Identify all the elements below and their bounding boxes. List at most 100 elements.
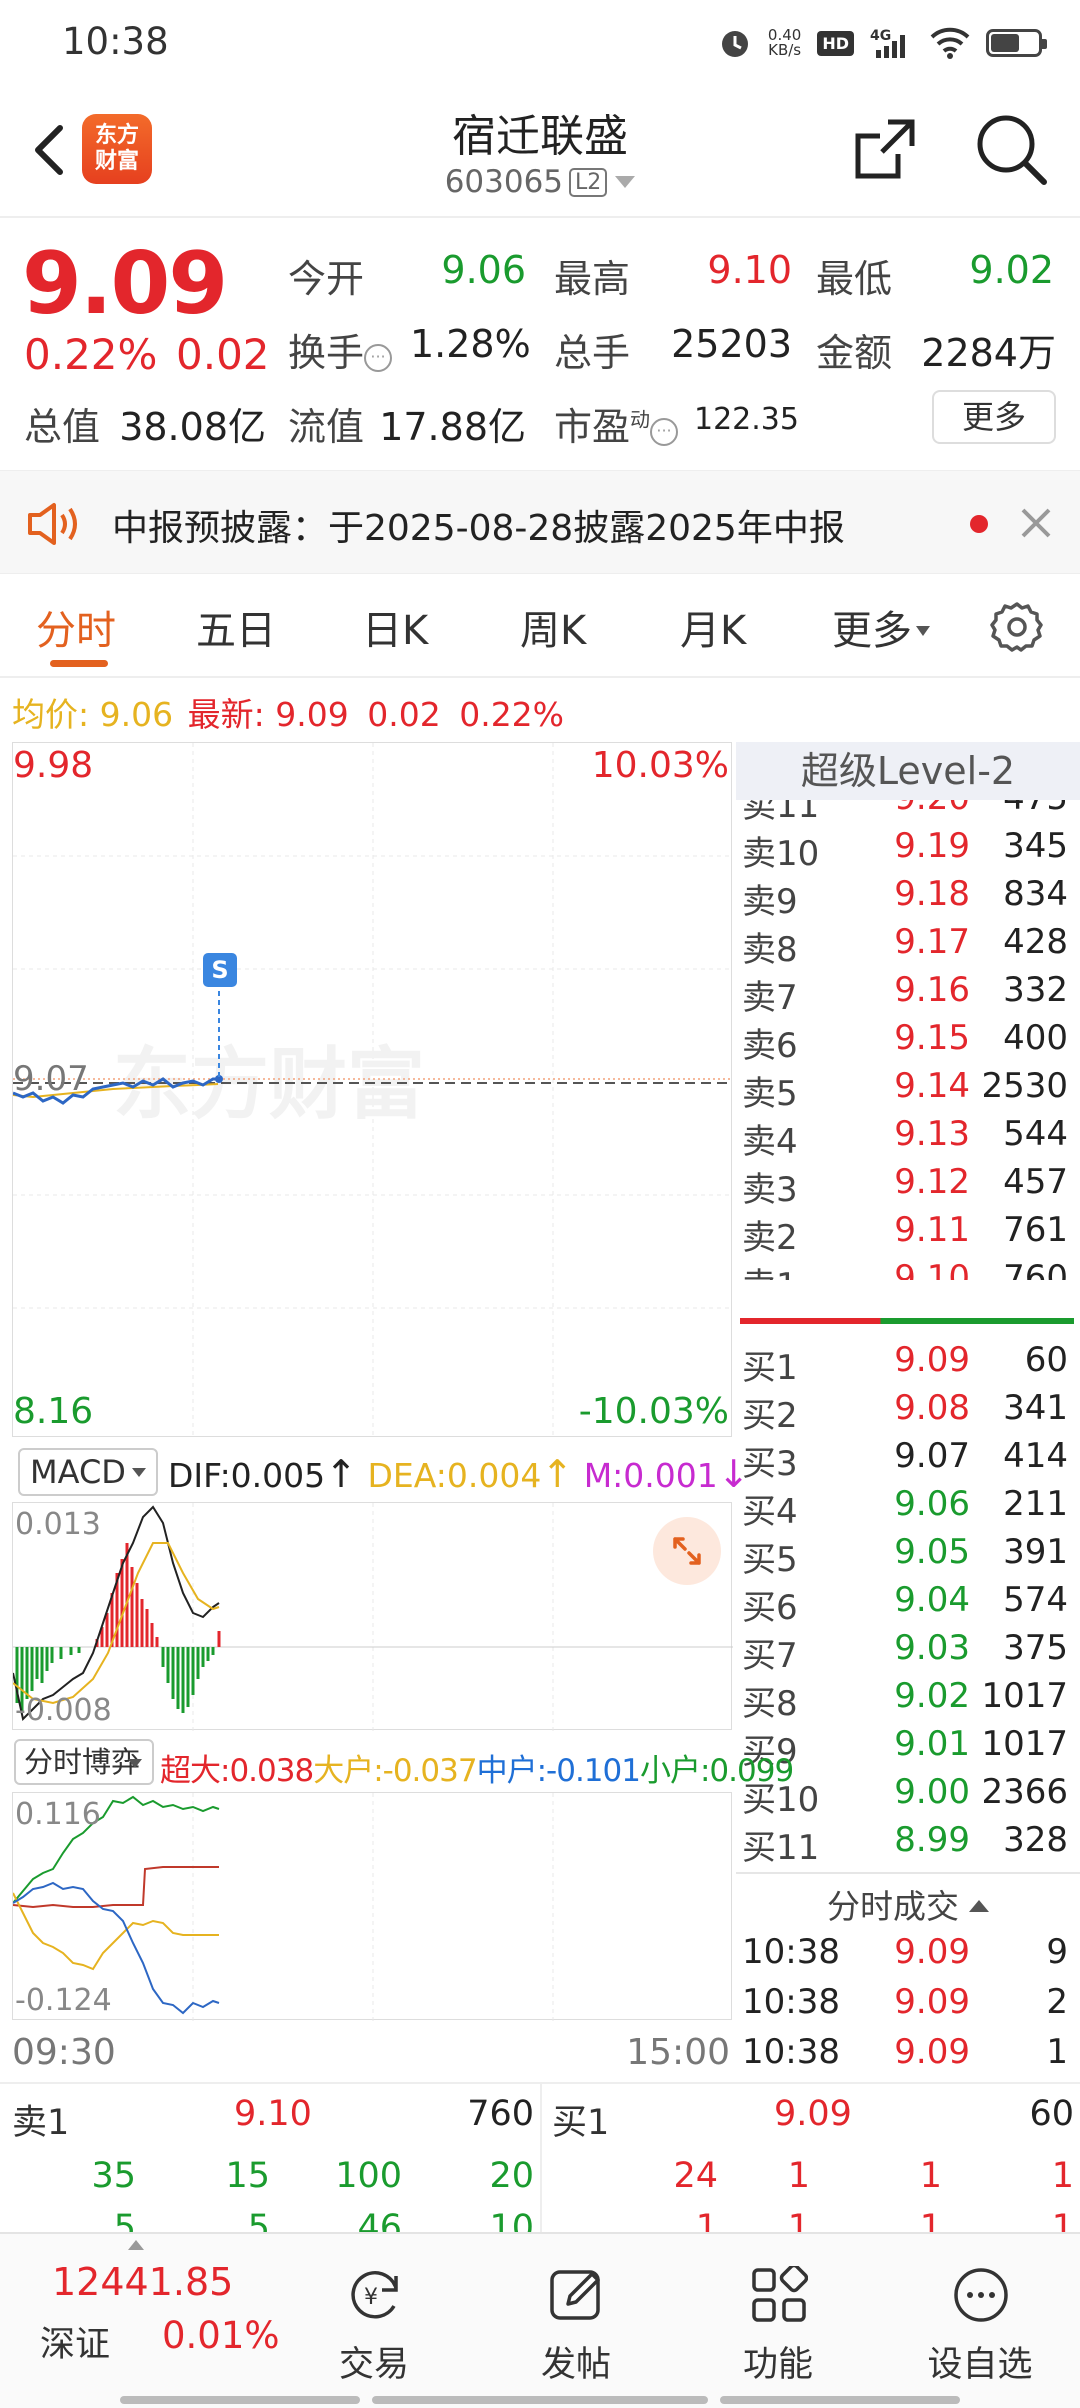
bid1-label: 买1 xyxy=(552,2103,610,2143)
ask-price: 9.15 xyxy=(894,1018,970,1058)
search-icon[interactable] xyxy=(974,112,1048,186)
net-speed: 0.40 KB/s xyxy=(767,26,802,59)
bid-row[interactable]: 买11 8.99 328 xyxy=(736,1820,1074,1868)
amount-value: 2284万 xyxy=(921,331,1056,375)
ask-row[interactable]: 卖8 9.17 428 xyxy=(736,922,1074,970)
grid-icon xyxy=(752,2266,808,2322)
active-tab-indicator xyxy=(50,660,108,667)
ask-level: 卖1 xyxy=(742,1258,798,1280)
tab-more[interactable]: 更多 xyxy=(832,598,930,656)
turnover-label: 换手 ··· xyxy=(288,322,393,377)
ask-row[interactable]: 卖4 9.13 544 xyxy=(736,1114,1074,1162)
intraday-chart[interactable]: 东方财富 S 9.98 10.03% 9.07 8.16 -10.03% xyxy=(12,742,733,1438)
bid-row[interactable]: 买3 9.07 414 xyxy=(736,1436,1074,1484)
ask-level: 卖10 xyxy=(742,834,820,874)
status-icons: 0.40 KB/s HD 4G xyxy=(718,20,1047,66)
chevron-down-icon xyxy=(615,176,636,188)
bid-ask-summary: 卖1 9.10 760 买1 9.09 60 35 15 100 20 24 1… xyxy=(0,2082,1080,2232)
mcap-value: 38.08亿 xyxy=(119,405,266,449)
macd-bottom: -0.008 xyxy=(15,1693,112,1728)
ask-level: 卖7 xyxy=(742,978,798,1018)
stock-code[interactable]: 603065 L2 xyxy=(0,164,1080,200)
y-axis-top-pct: 10.03% xyxy=(591,745,729,786)
tab-five-day[interactable]: 五日 xyxy=(196,598,276,656)
ask-row[interactable]: 卖5 9.14 2530 xyxy=(736,1066,1074,1114)
ask-row[interactable]: 卖1 9.10 760 xyxy=(736,1258,1074,1280)
ask-row[interactable]: 卖11 9.20 475 xyxy=(736,800,1074,826)
signal-icon: 4G xyxy=(870,28,905,58)
stock-name[interactable]: 宿迁联盛 xyxy=(0,100,1080,164)
nav-trade[interactable]: ¥ 交易 xyxy=(274,2236,474,2386)
bid-row[interactable]: 买2 9.08 341 xyxy=(736,1388,1074,1436)
bid-row[interactable]: 买6 9.04 574 xyxy=(736,1580,1074,1628)
time-end: 15:00 xyxy=(626,2032,730,2073)
bid-row[interactable]: 买8 9.02 1017 xyxy=(736,1676,1074,1724)
nav-functions[interactable]: 功能 xyxy=(678,2236,878,2386)
more-button[interactable]: 更多 xyxy=(932,390,1056,444)
change-percent: 0.22% xyxy=(24,330,158,379)
share-icon[interactable] xyxy=(852,116,918,182)
ask-volume: 428 xyxy=(1003,922,1068,962)
trade-price: 9.09 xyxy=(894,2032,970,2072)
ask-row[interactable]: 卖6 9.15 400 xyxy=(736,1018,1074,1066)
level2-title[interactable]: 超级Level-2 xyxy=(736,742,1080,800)
alarm-icon xyxy=(721,31,748,57)
chevron-up-icon xyxy=(969,1900,989,1912)
ask-row[interactable]: 卖7 9.16 332 xyxy=(736,970,1074,1018)
fund-flow-bottom: -0.124 xyxy=(15,1983,112,2018)
gear-icon[interactable] xyxy=(990,600,1044,654)
fund-flow-chart[interactable]: 0.116 -0.124 xyxy=(12,1792,732,2021)
bid-row[interactable]: 买4 9.06 211 xyxy=(736,1484,1074,1532)
ask-row[interactable]: 卖9 9.18 834 xyxy=(736,874,1074,922)
tab-monthly-k[interactable]: 月K xyxy=(680,598,746,656)
bid-row[interactable]: 买5 9.05 391 xyxy=(736,1532,1074,1580)
ask1-label: 卖1 xyxy=(12,2103,70,2143)
ask-level: 卖8 xyxy=(742,930,798,970)
close-icon[interactable] xyxy=(1020,507,1052,539)
trades-header[interactable]: 分时成交 xyxy=(736,1880,1080,1928)
change-amount: 0.02 xyxy=(176,330,270,379)
mcap-label: 总值 xyxy=(24,405,101,449)
y-axis-bottom-pct: -10.03% xyxy=(578,1391,729,1432)
amount-label: 金额 xyxy=(816,331,893,375)
nav-post[interactable]: 发帖 xyxy=(476,2236,676,2386)
notice-banner[interactable]: 中报预披露：于2025-08-28披露2025年中报 xyxy=(0,470,1080,574)
chart-tabs: 分时 五日 日K 周K 月K 更多 xyxy=(0,574,1080,678)
bid-row[interactable]: 买1 9.09 60 xyxy=(736,1340,1074,1388)
bid-queue-5: 1 xyxy=(695,2208,718,2232)
ask-queue-5: 5 xyxy=(113,2208,136,2232)
gesture-bar xyxy=(720,2396,960,2404)
ask-volume: 457 xyxy=(1003,1162,1068,1202)
turnover-value: 1.28% xyxy=(410,322,531,366)
bid-queue-1: 24 xyxy=(673,2156,718,2196)
ask-level: 卖5 xyxy=(742,1074,798,1114)
macd-chart[interactable]: 0.013 -0.008 xyxy=(12,1502,733,1731)
index-ticker[interactable]: 12441.85 深证 0.01% xyxy=(0,2234,280,2384)
trade-volume: 9 xyxy=(1046,1932,1068,1972)
ask-volume: 761 xyxy=(1003,1210,1068,1250)
fund-flow-select[interactable]: 分时博弈 xyxy=(14,1739,154,1785)
bid1-volume: 60 xyxy=(1029,2094,1074,2134)
indicator-select[interactable]: MACD xyxy=(18,1448,158,1496)
battery-icon xyxy=(986,29,1047,57)
tab-intraday[interactable]: 分时 xyxy=(36,598,116,656)
nav-add-watchlist[interactable]: 设自选 xyxy=(880,2236,1080,2386)
bid-queue-4: 1 xyxy=(1051,2156,1074,2196)
tab-weekly-k[interactable]: 周K xyxy=(520,598,586,656)
bid-price: 9.02 xyxy=(894,1676,970,1716)
expand-icon[interactable] xyxy=(653,1517,721,1585)
bid-row[interactable]: 买7 9.03 375 xyxy=(736,1628,1074,1676)
tab-daily-k[interactable]: 日K xyxy=(362,598,428,656)
signal-marker[interactable]: S xyxy=(203,953,237,987)
time-start: 09:30 xyxy=(12,2032,116,2073)
gesture-bar xyxy=(120,2396,360,2404)
ask-row[interactable]: 卖3 9.12 457 xyxy=(736,1162,1074,1210)
bid-queue-7: 1 xyxy=(919,2208,942,2232)
ask-row[interactable]: 卖2 9.11 761 xyxy=(736,1210,1074,1258)
bid-level: 买1 xyxy=(742,1348,798,1388)
last-price: 9.09 xyxy=(22,234,228,334)
bid-price: 9.08 xyxy=(894,1388,970,1428)
ask-row[interactable]: 卖10 9.19 345 xyxy=(736,826,1074,874)
bid-level: 买5 xyxy=(742,1540,798,1580)
y-axis-bottom: 8.16 xyxy=(13,1391,94,1432)
